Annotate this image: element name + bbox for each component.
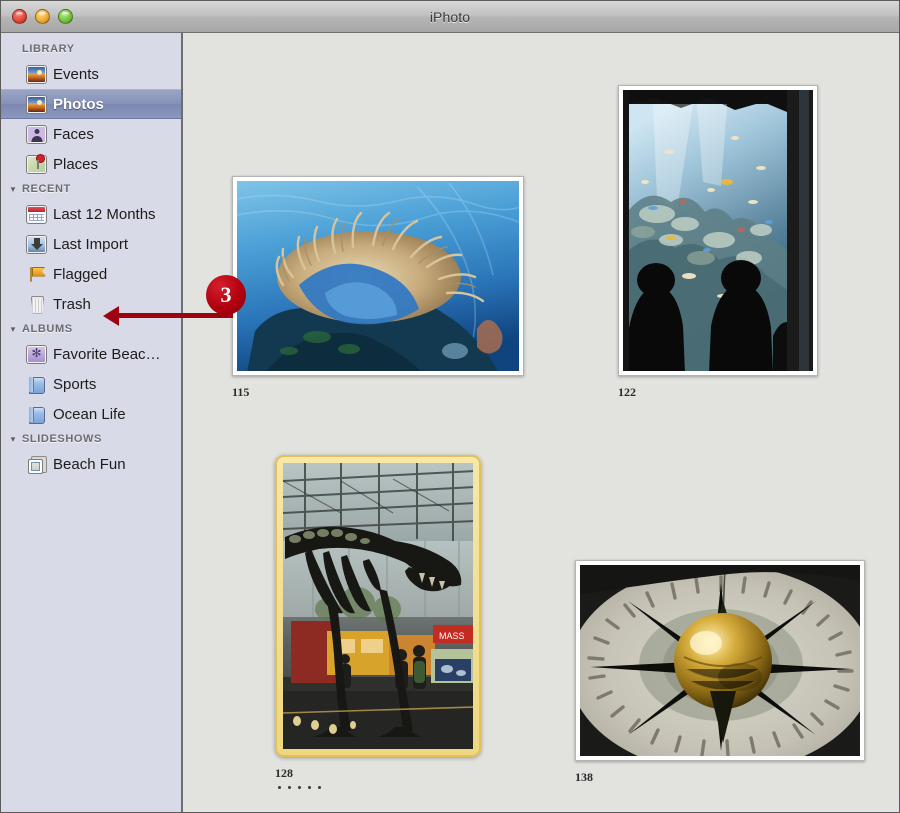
callout-badge-3: 3	[206, 275, 246, 315]
sidebar-item-label: Flagged	[53, 265, 108, 283]
sidebar-section-label: ALBUMS	[22, 323, 73, 335]
sidebar-item-label: Favorite Beac…	[53, 345, 161, 363]
disclosure-triangle-icon[interactable]: ▼	[9, 325, 19, 334]
slideshow-icon	[27, 455, 47, 474]
sidebar-item-label: Places	[53, 155, 99, 173]
calendar-icon	[27, 205, 46, 223]
sidebar-section-slideshows: ▼ SLIDESHOWS	[1, 429, 181, 449]
sidebar-item-ocean-life[interactable]: Ocean Life	[1, 399, 181, 429]
sidebar-item-label: Last Import	[53, 235, 129, 253]
foucault-pendulum-compass-image	[580, 565, 860, 756]
photo-cell-128[interactable]: MASS 128	[275, 455, 481, 789]
aquarium-tank-visitors-image	[623, 90, 813, 371]
callout-number: 3	[220, 282, 232, 307]
photo-caption: 138	[575, 770, 593, 784]
photo-thumbnail[interactable]	[575, 560, 865, 761]
callout-arrow-head	[103, 306, 119, 326]
rating-dot	[288, 786, 291, 789]
sidebar-item-label: Sports	[53, 375, 97, 393]
svg-text:MASS: MASS	[439, 631, 465, 641]
sidebar-item-beach-fun[interactable]: Beach Fun	[1, 449, 181, 479]
sidebar-item-label: Ocean Life	[53, 405, 126, 423]
photo-cell-122[interactable]: 122	[618, 85, 818, 400]
sidebar-item-label: Last 12 Months	[53, 205, 156, 223]
photo-grid[interactable]: 115 122 MASS 128 138	[183, 33, 899, 812]
sidebar-section-label: LIBRARY	[22, 43, 75, 55]
rating-dot	[308, 786, 311, 789]
iphoto-window: iPhoto ▼ LIBRARY Events Photos Faces	[0, 0, 900, 813]
sidebar-section-label: RECENT	[22, 183, 71, 195]
sidebar-item-faces[interactable]: Faces	[1, 119, 181, 149]
album-book-icon	[27, 406, 46, 424]
sidebar-item-places[interactable]: Places	[1, 149, 181, 179]
faces-person-icon	[27, 125, 46, 143]
photo-rating-dots[interactable]	[275, 786, 481, 789]
sidebar-section-library: ▼ LIBRARY	[1, 39, 181, 59]
photo-cell-138[interactable]: 138	[575, 560, 865, 785]
sidebar-item-photos[interactable]: Photos	[1, 89, 181, 119]
trash-icon	[27, 295, 46, 313]
window-body: ▼ LIBRARY Events Photos Faces Places ▼	[1, 33, 899, 812]
sidebar-item-favorite-beaches[interactable]: Favorite Beac…	[1, 339, 181, 369]
source-list-sidebar: ▼ LIBRARY Events Photos Faces Places ▼	[1, 33, 183, 812]
photo-caption: 128	[275, 766, 293, 780]
rating-dot	[298, 786, 301, 789]
disclosure-triangle-icon[interactable]: ▼	[9, 185, 19, 194]
photo-thumbnail[interactable]	[232, 176, 524, 376]
sidebar-item-sports[interactable]: Sports	[1, 369, 181, 399]
rating-dot	[318, 786, 321, 789]
traffic-light-group	[12, 9, 73, 24]
photo-cell-115[interactable]: 115	[232, 176, 524, 400]
sidebar-item-label: Trash	[53, 295, 91, 313]
sidebar-section-label: SLIDESHOWS	[22, 433, 102, 445]
sidebar-item-flagged[interactable]: Flagged	[1, 259, 181, 289]
photos-photo-icon	[27, 95, 46, 113]
smart-album-icon	[27, 345, 46, 363]
events-photo-icon	[27, 65, 46, 83]
underwater-coral-anemone-image	[237, 181, 519, 371]
callout-arrow-line	[117, 313, 233, 318]
sidebar-item-last-12-months[interactable]: Last 12 Months	[1, 199, 181, 229]
sidebar-item-label: Faces	[53, 125, 94, 143]
minimize-button[interactable]	[35, 9, 50, 24]
disclosure-triangle-icon[interactable]: ▼	[9, 435, 19, 444]
sidebar-section-recent: ▼ RECENT	[1, 179, 181, 199]
rating-dot	[278, 786, 281, 789]
photo-thumbnail-selected[interactable]: MASS	[275, 455, 481, 757]
sidebar-item-label: Beach Fun	[53, 455, 126, 473]
import-arrow-icon	[27, 235, 46, 253]
close-button[interactable]	[12, 9, 27, 24]
sidebar-item-events[interactable]: Events	[1, 59, 181, 89]
window-title: iPhoto	[429, 8, 471, 25]
zoom-button[interactable]	[58, 9, 73, 24]
photo-caption: 115	[232, 385, 250, 399]
flag-icon	[27, 266, 46, 283]
dinosaur-skeleton-museum-image: MASS	[283, 463, 473, 749]
photo-thumbnail[interactable]	[618, 85, 818, 376]
sidebar-item-label: Events	[53, 65, 99, 83]
sidebar-item-last-import[interactable]: Last Import	[1, 229, 181, 259]
sidebar-item-label: Photos	[53, 95, 104, 113]
places-map-pin-icon	[27, 153, 46, 173]
window-titlebar: iPhoto	[1, 1, 899, 33]
album-book-icon	[27, 376, 46, 394]
photo-caption: 122	[618, 385, 636, 399]
sidebar-section-albums: ▼ ALBUMS	[1, 319, 181, 339]
